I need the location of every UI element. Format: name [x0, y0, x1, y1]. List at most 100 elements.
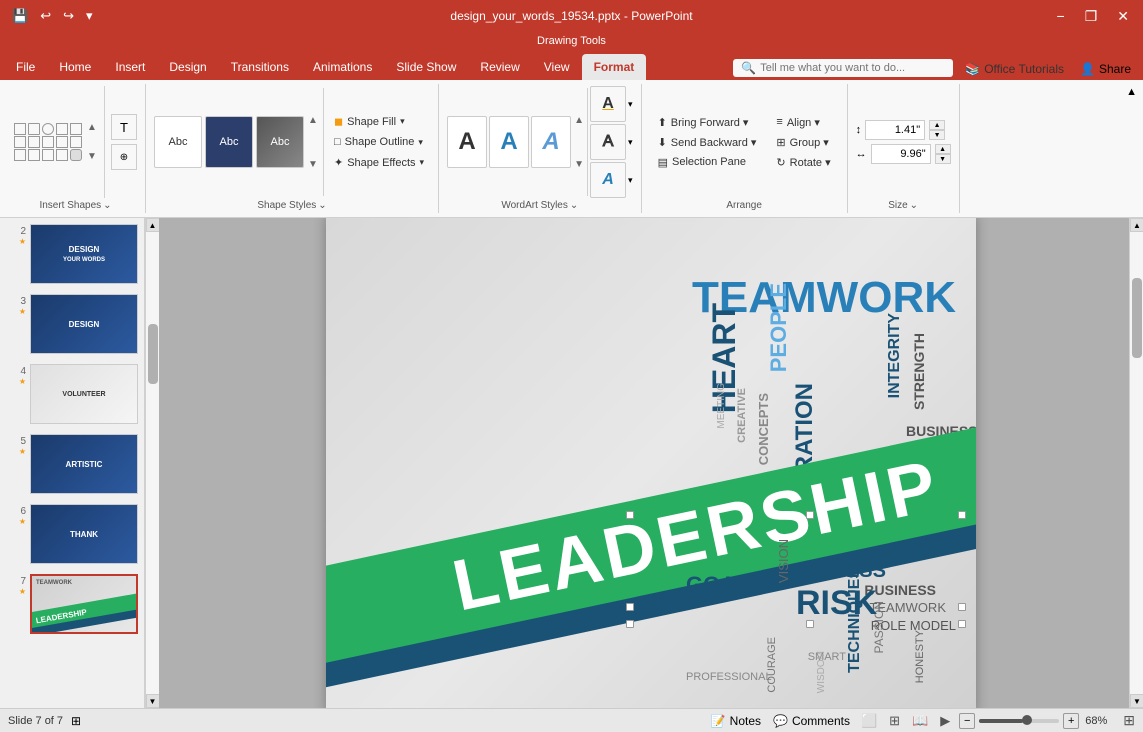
text-effects-button[interactable]: A: [590, 162, 626, 198]
shape-ellipse[interactable]: [42, 123, 54, 135]
slide-thumb-7[interactable]: 7 ★ LEADERSHIP TEAMWORK: [4, 572, 140, 636]
text-fill-button[interactable]: A: [590, 86, 626, 122]
zoom-out-button[interactable]: −: [959, 713, 975, 729]
customize-button[interactable]: ▾: [82, 6, 97, 26]
width-up[interactable]: ▲: [935, 144, 951, 154]
shape-13[interactable]: [70, 149, 82, 161]
tab-design[interactable]: Design: [157, 54, 218, 80]
wordart-more[interactable]: ▼: [573, 159, 585, 170]
minimize-button[interactable]: −: [1051, 6, 1071, 26]
send-backward-button[interactable]: ⬇ Send Backward ▾: [650, 133, 765, 152]
slide-sorter-button[interactable]: ⊞: [886, 712, 903, 730]
slide-thumb-5[interactable]: 5 ★ ARTISTIC: [4, 432, 140, 496]
tab-review[interactable]: Review: [468, 54, 531, 80]
text-fill-arrow[interactable]: ▾: [628, 99, 633, 110]
notes-button[interactable]: 📝 Notes: [711, 714, 761, 728]
tab-transitions[interactable]: Transitions: [219, 54, 301, 80]
shape-5[interactable]: [28, 136, 40, 148]
zoom-in-button[interactable]: +: [1063, 713, 1079, 729]
shape-line[interactable]: [14, 123, 26, 135]
text-box-button[interactable]: T: [111, 114, 137, 140]
canvas-scroll-thumb[interactable]: [1132, 278, 1142, 358]
shape-style-1[interactable]: Abc: [154, 116, 202, 168]
scroll-up-button[interactable]: ▲: [146, 218, 160, 232]
wordart-expand[interactable]: ⌄: [570, 200, 578, 211]
size-expand[interactable]: ⌄: [910, 200, 918, 211]
restore-button[interactable]: ❐: [1079, 6, 1104, 27]
tab-insert[interactable]: Insert: [103, 54, 157, 80]
normal-view-button[interactable]: ⬜: [858, 712, 880, 730]
zoom-track[interactable]: [979, 719, 1059, 723]
share-button[interactable]: 👤 Share: [1072, 58, 1139, 80]
slide-image-5[interactable]: ARTISTIC: [30, 434, 138, 494]
slide-thumb-3[interactable]: 3 ★ DESIGN: [4, 292, 140, 356]
slide-image-3[interactable]: DESIGN: [30, 294, 138, 354]
slide-thumb-4[interactable]: 4 ★ VOLUNTEER: [4, 362, 140, 426]
tell-me-input[interactable]: [760, 62, 940, 74]
shape-style-3[interactable]: Abc: [256, 116, 304, 168]
merge-shapes-button[interactable]: ⊕: [111, 144, 137, 170]
canvas-scroll-down[interactable]: ▼: [1130, 694, 1143, 708]
slide-image-7[interactable]: LEADERSHIP TEAMWORK: [30, 574, 138, 634]
shape-12[interactable]: [56, 149, 68, 161]
handle-bl[interactable]: [626, 620, 634, 628]
shape-effects-button[interactable]: ✦ Shape Effects ▾: [328, 153, 430, 172]
shape-style-2[interactable]: Abc: [205, 116, 253, 168]
handle-tc[interactable]: [806, 511, 814, 519]
tab-format[interactable]: Format: [582, 54, 647, 80]
scroll-down-button[interactable]: ▼: [146, 694, 160, 708]
text-effects-arrow[interactable]: ▾: [628, 175, 633, 186]
height-up[interactable]: ▲: [929, 120, 945, 130]
slideshow-button[interactable]: ▶: [937, 712, 953, 730]
shape-tri[interactable]: [56, 123, 68, 135]
slide-canvas[interactable]: LEADERSHIP TEAMWORK HEART PEOPLE: [326, 218, 976, 708]
shapes-expand-down[interactable]: ▼: [86, 151, 98, 162]
handle-tl[interactable]: [626, 511, 634, 519]
shape-10[interactable]: [28, 149, 40, 161]
wordart-up[interactable]: ▲: [573, 115, 585, 126]
save-button[interactable]: 💾: [8, 6, 32, 26]
shapes-expand-up[interactable]: ▲: [86, 122, 98, 133]
width-down[interactable]: ▼: [935, 154, 951, 164]
align-button[interactable]: ≡ Align ▾: [768, 113, 838, 132]
insert-shapes-expand[interactable]: ⌄: [103, 200, 111, 211]
handle-ml[interactable]: [626, 603, 634, 611]
shape-fill-button[interactable]: ◼ Shape Fill ▾: [328, 112, 430, 131]
shape-styles-expand[interactable]: ⌄: [318, 200, 326, 211]
shape-styles-more[interactable]: ▼: [307, 159, 319, 170]
reading-view-button[interactable]: 📖: [909, 712, 931, 730]
shape-styles-up[interactable]: ▲: [307, 115, 319, 126]
office-tutorials-link[interactable]: 📚 Office Tutorials: [957, 58, 1072, 80]
scroll-thumb[interactable]: [148, 324, 158, 384]
slide-image-6[interactable]: THANK: [30, 504, 138, 564]
tab-view[interactable]: View: [532, 54, 582, 80]
slide-image-4[interactable]: VOLUNTEER: [30, 364, 138, 424]
zoom-handle[interactable]: [1022, 715, 1032, 725]
handle-br[interactable]: [958, 620, 966, 628]
text-outline-arrow[interactable]: ▾: [628, 137, 633, 148]
height-input[interactable]: [865, 120, 925, 140]
wordart-fancy[interactable]: A: [531, 116, 571, 168]
group-button[interactable]: ⊞ Group ▾: [768, 133, 838, 152]
handle-tr[interactable]: [958, 511, 966, 519]
tab-slideshow[interactable]: Slide Show: [384, 54, 468, 80]
handle-bc[interactable]: [806, 620, 814, 628]
ribbon-collapse-button[interactable]: ▲: [1126, 86, 1137, 98]
tab-animations[interactable]: Animations: [301, 54, 384, 80]
close-button[interactable]: ✕: [1111, 6, 1135, 27]
text-outline-button[interactable]: A: [590, 124, 626, 160]
canvas-scroll-up[interactable]: ▲: [1130, 218, 1143, 232]
slide-fit-button[interactable]: ⊞: [71, 714, 81, 728]
bring-forward-button[interactable]: ⬆ Bring Forward ▾: [650, 113, 765, 132]
redo-button[interactable]: ↪: [59, 6, 78, 26]
shape-8[interactable]: [70, 136, 82, 148]
shape-outline-button[interactable]: □ Shape Outline ▾: [328, 133, 430, 151]
slide-image-2[interactable]: DESIGNYOUR WORDS: [30, 224, 138, 284]
height-down[interactable]: ▼: [929, 130, 945, 140]
comments-button[interactable]: 💬 Comments: [773, 714, 850, 728]
undo-button[interactable]: ↩: [36, 6, 55, 26]
fit-slide-button[interactable]: ⊞: [1123, 712, 1135, 729]
shape-rect[interactable]: [28, 123, 40, 135]
tab-home[interactable]: Home: [47, 54, 103, 80]
shape-arrow[interactable]: [70, 123, 82, 135]
